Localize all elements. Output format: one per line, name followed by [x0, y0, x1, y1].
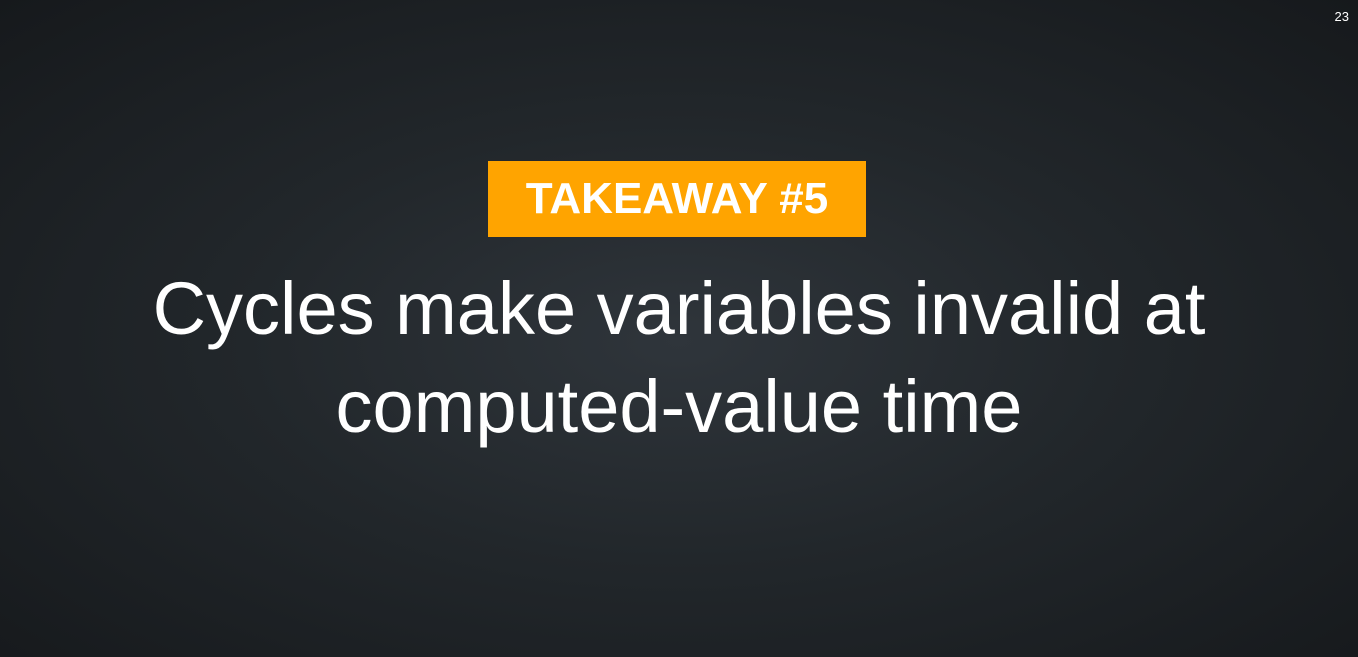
takeaway-badge: TAKEAWAY #5: [488, 161, 866, 237]
takeaway-badge-label: TAKEAWAY #5: [525, 174, 829, 223]
headline-line-2: computed-value time: [335, 365, 1023, 448]
headline-line-1: Cycles make variables invalid at: [152, 267, 1206, 350]
presentation-slide: 23 TAKEAWAY #5 Cycles make variables inv…: [0, 0, 1358, 657]
slide-number: 23: [1334, 9, 1349, 24]
